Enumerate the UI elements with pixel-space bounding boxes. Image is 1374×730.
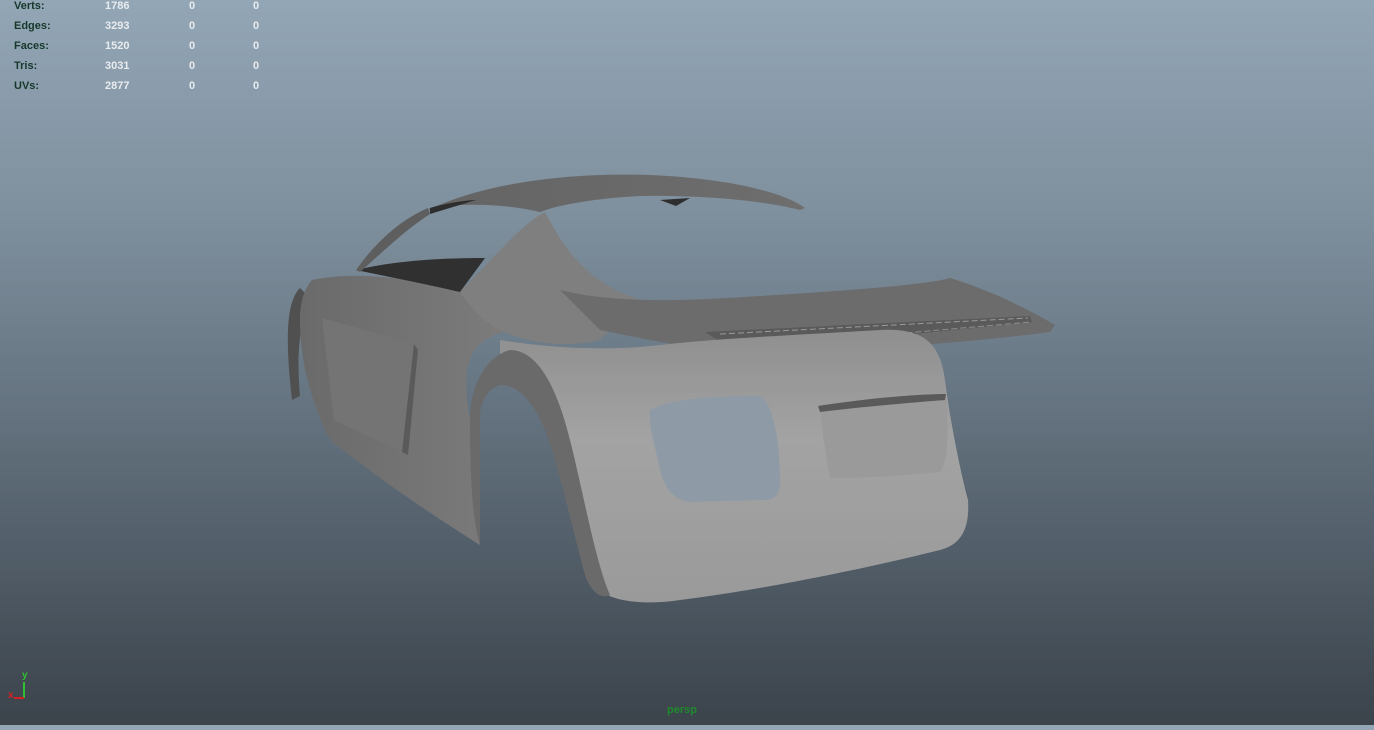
hud-value: 0 — [189, 20, 196, 32]
hud-label: Tris: — [14, 60, 38, 72]
camera-name-label: persp — [667, 704, 697, 716]
hud-value: 0 — [189, 60, 196, 72]
viewport-panel[interactable] — [0, 0, 1374, 725]
hud-value: 3293 — [105, 20, 130, 32]
hud-value: 0 — [253, 20, 260, 32]
hud-value: 0 — [189, 80, 196, 92]
hud-label: Verts: — [14, 0, 45, 12]
hud-value: 0 — [253, 0, 260, 12]
axis-x-label: x — [8, 690, 14, 701]
hud-label: Faces: — [14, 40, 49, 52]
hud-value: 0 — [189, 40, 196, 52]
hud-label: Edges: — [14, 20, 51, 32]
axis-y-label: y — [22, 670, 28, 681]
hud-value: 2877 — [105, 80, 130, 92]
hud-value: 0 — [189, 0, 196, 12]
hud-value: 0 — [253, 60, 260, 72]
hud-value: 1786 — [105, 0, 130, 12]
hud-value: 0 — [253, 40, 260, 52]
hud-value: 3031 — [105, 60, 130, 72]
hud-value: 1520 — [105, 40, 130, 52]
tail-light-recess — [649, 396, 780, 502]
car-body-mesh[interactable] — [0, 0, 1374, 725]
rear-window-right — [660, 198, 690, 206]
roof-panel — [428, 174, 805, 212]
hud-label: UVs: — [14, 80, 40, 92]
hud-value: 0 — [253, 80, 260, 92]
